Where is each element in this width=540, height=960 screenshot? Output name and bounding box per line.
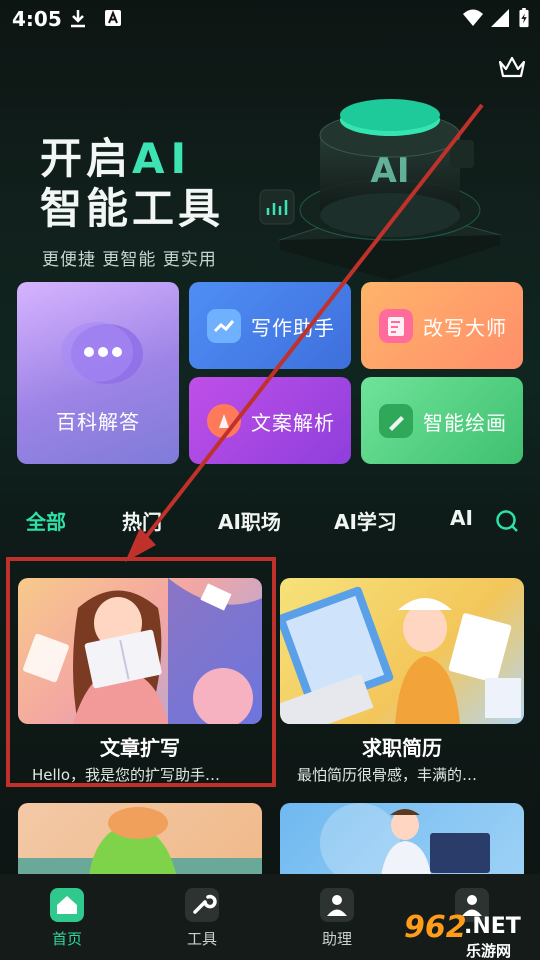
- battery-icon: [519, 8, 529, 28]
- tab-hot[interactable]: 热门: [122, 506, 162, 535]
- tab-ai-learning[interactable]: AI学习: [334, 506, 397, 535]
- tool-card-copy-analysis[interactable]: 文案解析: [189, 377, 351, 464]
- tool-label: 改写大师: [423, 316, 507, 340]
- tool-label: 百科解答: [56, 410, 140, 434]
- tab-all[interactable]: 全部: [26, 506, 66, 535]
- hero-title-line2: 智能工具: [40, 184, 225, 233]
- card-description: 最怕简历很骨感，丰满的…: [297, 766, 478, 784]
- nav-assistant[interactable]: 助理: [302, 888, 372, 949]
- watermark-number: 962: [404, 910, 467, 945]
- tool-card-painting[interactable]: 智能绘画: [361, 377, 523, 464]
- edit-doc-icon: [379, 309, 413, 343]
- watermark-suffix: .NET: [464, 914, 521, 939]
- man-illustration: [320, 803, 490, 883]
- tool-card-encyclopedia[interactable]: 百科解答: [17, 282, 179, 464]
- svg-text:AI: AI: [371, 151, 410, 191]
- pen-icon: [207, 404, 241, 438]
- screen: 4:05 AI 开启AI 智能工具 更便捷 更智能 更实用 百科解答 写作助手 …: [0, 0, 540, 960]
- ai-device-illustration: AI: [259, 99, 502, 280]
- wrench-icon: [185, 888, 219, 922]
- tab-ai-workplace[interactable]: AI职场: [218, 506, 281, 535]
- highlight-box: [6, 557, 276, 787]
- tool-card-rewrite[interactable]: 改写大师: [361, 282, 523, 369]
- status-time: 4:05: [12, 7, 62, 31]
- category-tabs: 全部 热门 AI职场 AI学习 AI: [0, 500, 540, 544]
- nav-label: 助理: [321, 930, 352, 948]
- signal-icon: [491, 9, 509, 27]
- status-bar: 4:05: [0, 0, 540, 38]
- tool-label: 写作助手: [251, 316, 335, 340]
- brush-icon: [379, 404, 413, 438]
- card-third-image[interactable]: [18, 803, 262, 883]
- notification-icon: [105, 10, 121, 26]
- chat-bubble-icon: [61, 322, 143, 384]
- download-icon: [71, 10, 85, 28]
- tool-card-writing[interactable]: 写作助手: [189, 282, 351, 369]
- hero-banner: AI 开启AI 智能工具 更便捷 更智能 更实用: [0, 40, 540, 280]
- chart-icon: [207, 309, 241, 343]
- hero-subtitle: 更便捷 更智能 更实用: [42, 250, 217, 270]
- nav-home[interactable]: 首页: [32, 888, 102, 949]
- nav-label: 首页: [51, 930, 82, 948]
- card-resume-image[interactable]: [280, 578, 524, 724]
- search-icon[interactable]: [494, 508, 520, 534]
- watermark-text: 乐游网: [466, 942, 512, 960]
- nav-tools[interactable]: 工具: [167, 888, 237, 949]
- tool-label: 文案解析: [251, 411, 335, 435]
- tool-label: 智能绘画: [423, 411, 507, 435]
- resume-girl-illustration: [280, 586, 521, 724]
- figure-illustration: [18, 807, 262, 883]
- watermark-logo: 962 .NET 乐游网: [404, 910, 534, 960]
- home-icon: [50, 888, 84, 922]
- assistant-icon: [320, 888, 354, 922]
- card-title: 求职简历: [362, 736, 442, 760]
- tab-ai-more[interactable]: AI: [450, 506, 472, 530]
- nav-label: 工具: [186, 930, 217, 948]
- wifi-icon: [463, 9, 483, 26]
- card-fourth-image[interactable]: [280, 803, 524, 883]
